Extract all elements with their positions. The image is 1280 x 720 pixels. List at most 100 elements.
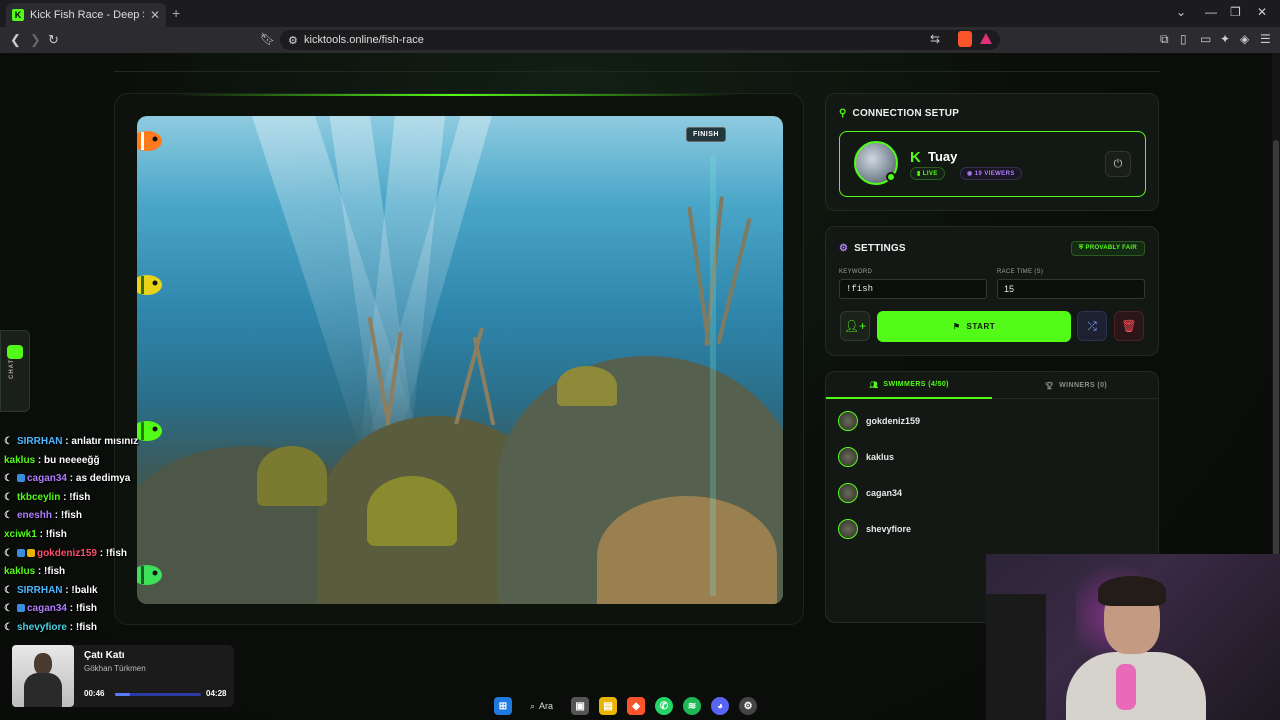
discord-icon[interactable]: ◕ xyxy=(711,697,730,715)
chat-message: ☾ SIRRHAN : anlatır mısınız xyxy=(4,436,138,447)
site-info-icon[interactable]: ⚙ xyxy=(288,34,298,47)
finish-label: FINISH xyxy=(686,127,726,142)
avatar xyxy=(838,411,858,431)
taskbar-search[interactable]: ⌕ Ara xyxy=(522,701,561,712)
music-player: Çatı Katı Gökhan Türkmen 00:46 04:28 xyxy=(12,645,234,707)
keyword-label: KEYWORD xyxy=(839,269,873,275)
time-current: 00:46 xyxy=(84,689,105,698)
kick-logo-icon: K xyxy=(910,149,921,166)
tab-title: Kick Fish Race - Deep Sea Showdown xyxy=(30,9,144,21)
moon-badge-icon: ☾ xyxy=(4,473,13,485)
menu-icon[interactable]: ☰ xyxy=(1260,32,1271,46)
chat-message: kaklus : !fish xyxy=(4,566,65,577)
reef-sponge xyxy=(257,446,327,506)
online-indicator-icon xyxy=(886,172,896,182)
scrollbar-thumb[interactable] xyxy=(1273,140,1279,620)
url-text: kicktools.online/fish-race xyxy=(304,34,424,46)
finish-line xyxy=(710,156,716,596)
swimmer-name: shevyfiore xyxy=(866,524,912,534)
tab-winners-label: WINNERS (0) xyxy=(1059,382,1108,389)
whatsapp-icon[interactable]: ✆ xyxy=(655,697,674,715)
sidebar-icon[interactable]: ▯ xyxy=(1180,32,1187,46)
chat-username: shevyfiore xyxy=(16,622,67,633)
brave-rewards-icon[interactable] xyxy=(980,33,992,44)
chat-text: : !balık xyxy=(62,584,98,596)
chat-username: tkbceylin xyxy=(16,491,61,503)
power-icon: ⏻ xyxy=(1113,157,1123,170)
keyword-input[interactable]: !fish xyxy=(839,279,987,299)
address-bar[interactable]: ⚙ kicktools.online/fish-race xyxy=(280,30,1000,50)
tab-search-chevron-icon[interactable]: ⌄ xyxy=(1176,5,1186,19)
brave-shields-icon[interactable] xyxy=(958,31,972,47)
header-divider xyxy=(114,71,1160,72)
webcam-background-shelf xyxy=(986,594,1046,720)
search-icon: ⌕ xyxy=(530,700,536,711)
close-window-icon[interactable]: ✕ xyxy=(1257,5,1267,19)
forward-icon[interactable]: ❯ xyxy=(30,32,41,48)
chat-username: kaklus xyxy=(4,566,36,578)
tab-swimmers[interactable]: 👥︎ SWIMMERS (4/50) xyxy=(826,372,992,399)
moon-badge-icon: ☾ xyxy=(4,436,13,447)
leo-ai-icon[interactable]: ✦ xyxy=(1220,32,1230,46)
vpn-icon[interactable]: ◈ xyxy=(1240,32,1249,46)
race-stage: FINISH xyxy=(114,93,804,625)
connection-panel: ⚲ CONNECTION SETUP K Tuay ▮ LIVE ◉ 19 VI… xyxy=(825,93,1159,211)
chat-message: ☾ cagan34 : !fish xyxy=(4,603,97,614)
file-explorer-icon[interactable]: ▤ xyxy=(599,697,618,715)
moon-badge-icon: ☾ xyxy=(4,510,13,522)
windows-start-icon[interactable]: ⊞ xyxy=(494,697,512,715)
coral-branch xyxy=(454,327,484,425)
tab-swimmers-label: SWIMMERS (4/50) xyxy=(883,381,949,388)
shuffle-button[interactable]: ⤮ xyxy=(1077,311,1107,341)
participants-tabs: 👥︎ SWIMMERS (4/50) 🏆︎ WINNERS (0) xyxy=(826,372,1159,399)
add-swimmer-button[interactable]: 👤︎+ xyxy=(840,311,870,341)
bookmark-icon[interactable]: 🔖︎ xyxy=(260,32,275,46)
settings-title: ⚙ SETTINGS xyxy=(839,243,906,254)
chat-text: : !fish xyxy=(67,603,97,615)
steam-icon[interactable]: ⚙ xyxy=(739,697,758,715)
chat-username: SIRRHAN xyxy=(16,584,63,596)
reef-sponge xyxy=(557,366,617,406)
reload-icon[interactable]: ↻ xyxy=(48,32,59,48)
close-tab-icon[interactable]: ✕ xyxy=(150,8,160,22)
microphone xyxy=(1116,664,1136,710)
coral-branch xyxy=(472,336,496,426)
chat-badge-icon xyxy=(26,548,35,557)
song-progress-bar xyxy=(115,693,201,696)
wallet-icon[interactable]: ▭ xyxy=(1200,32,1211,46)
settings-title-text: SETTINGS xyxy=(854,243,906,254)
brave-browser-icon[interactable]: ◆ xyxy=(627,697,646,715)
disconnect-button[interactable]: ⏻ xyxy=(1105,151,1131,177)
race-time-label: RACE TIME (S) xyxy=(997,269,1044,275)
race-time-input[interactable]: 15 xyxy=(997,279,1145,299)
chat-text: : as dedimya xyxy=(67,473,131,485)
chat-badge-icon xyxy=(16,604,25,613)
plug-icon: ⚲ xyxy=(839,108,847,119)
shuffle-icon: ⤮ xyxy=(1087,318,1097,333)
chat-username: gokdeniz159 xyxy=(36,547,97,559)
chat-username: kaklus xyxy=(4,454,36,466)
extensions-icon[interactable]: ⧉ xyxy=(1160,32,1169,47)
task-view-icon[interactable]: ▣ xyxy=(571,697,590,715)
chat-text: : !fish xyxy=(35,566,66,578)
chat-message: xciwk1 : !fish xyxy=(4,529,67,540)
minimize-icon[interactable]: — xyxy=(1205,5,1217,19)
chat-text: : !fish xyxy=(97,547,127,559)
new-tab-button[interactable]: + xyxy=(172,5,180,21)
provably-fair-badge[interactable]: ⛨ PROVABLY FAIR xyxy=(1070,241,1145,256)
back-icon[interactable]: ❮ xyxy=(10,32,21,48)
clear-button[interactable]: 🗑︎ xyxy=(1114,311,1144,341)
connected-user-card: K Tuay ▮ LIVE ◉ 19 VIEWERS ⏻ xyxy=(839,131,1146,197)
spotify-icon[interactable]: ≋ xyxy=(683,697,702,715)
start-button[interactable]: ⚑ START xyxy=(877,311,1071,342)
album-cover xyxy=(12,645,74,707)
translate-icon[interactable]: ⇆ xyxy=(930,32,940,46)
tab-winners[interactable]: 🏆︎ WINNERS (0) xyxy=(993,372,1159,399)
browser-tab[interactable]: K Kick Fish Race - Deep Sea Showdown ✕ xyxy=(6,3,166,27)
cover-artist-head xyxy=(34,653,52,675)
chat-widget-label: CHAT xyxy=(9,358,15,379)
streamer-body xyxy=(1066,652,1206,720)
swimmer-name: kaklus xyxy=(866,452,895,462)
maximize-icon[interactable]: ❐ xyxy=(1230,5,1241,19)
chat-text: : !fish xyxy=(36,529,67,540)
